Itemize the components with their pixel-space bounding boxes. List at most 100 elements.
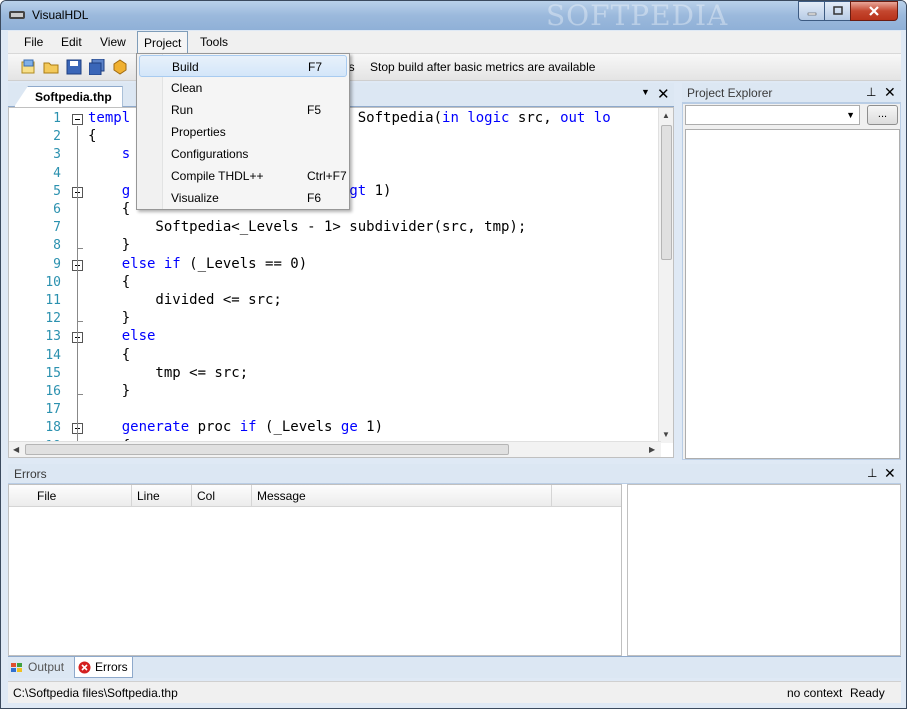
tab-list-dropdown-icon[interactable]: ▼: [641, 87, 650, 97]
menu-item-label: Build: [172, 60, 199, 74]
open-folder-icon[interactable]: [43, 59, 59, 75]
maximize-icon: [832, 6, 843, 15]
menu-item-build[interactable]: Build F7: [139, 55, 347, 77]
title-bar: VisualHDL SOFTPEDIA: [1, 1, 906, 32]
new-project-icon[interactable]: [20, 59, 36, 75]
vertical-scroll-thumb[interactable]: [661, 125, 672, 260]
column-divider[interactable]: [191, 485, 192, 507]
line-number: 5: [53, 183, 61, 199]
editor-vertical-scrollbar[interactable]: ▲ ▼: [658, 108, 673, 443]
tab-errors[interactable]: Errors: [74, 657, 133, 678]
menu-item-run[interactable]: Run F5: [139, 99, 347, 121]
menu-item-label: Properties: [171, 125, 226, 139]
close-pane-icon[interactable]: ✕: [884, 465, 896, 482]
project-selector[interactable]: ▼: [685, 105, 860, 125]
menu-view[interactable]: View: [100, 35, 126, 49]
menu-item-properties[interactable]: Properties: [139, 121, 347, 143]
line-number: 13: [45, 329, 61, 345]
app-icon: [9, 11, 25, 19]
code-line[interactable]: 7 Softpedia<_Levels - 1> subdivider(src,…: [9, 219, 669, 237]
minimize-button[interactable]: [798, 1, 825, 21]
close-icon: [869, 6, 879, 16]
menu-item-label: Clean: [171, 81, 203, 95]
code-line[interactable]: 15 tmp <= src;: [9, 365, 669, 383]
code-line[interactable]: 13 else: [9, 328, 669, 346]
code-line[interactable]: 11 divided <= src;: [9, 292, 669, 310]
code-text: {: [88, 346, 131, 363]
code-line[interactable]: 10 {: [9, 274, 669, 292]
build-icon[interactable]: [112, 59, 128, 75]
fold-toggle-icon[interactable]: [72, 114, 83, 125]
menu-item-label: Configurations: [171, 147, 249, 161]
errors-header: Errors ⊥ ✕: [8, 464, 901, 484]
menu-edit[interactable]: Edit: [61, 35, 82, 49]
close-pane-icon[interactable]: ✕: [884, 84, 896, 101]
save-all-icon[interactable]: [89, 59, 105, 75]
menu-item-configurations[interactable]: Configurations: [139, 143, 347, 165]
errors-title: Errors: [14, 467, 47, 481]
code-line[interactable]: 12 }: [9, 310, 669, 328]
menu-tools[interactable]: Tools: [200, 35, 228, 49]
pin-icon[interactable]: ⊥: [866, 85, 876, 99]
tab-softpedia-thp[interactable]: Softpedia.thp: [14, 86, 123, 107]
code-line[interactable]: 8 }: [9, 237, 669, 255]
close-tab-icon[interactable]: ✕: [657, 85, 670, 103]
line-number: 1: [53, 111, 61, 126]
column-col[interactable]: Col: [197, 489, 215, 503]
menu-file[interactable]: File: [24, 35, 43, 49]
minimize-icon: [807, 12, 816, 16]
menu-item-visualize[interactable]: Visualize F6: [139, 187, 347, 209]
column-line[interactable]: Line: [137, 489, 160, 503]
error-detail-panel: [627, 484, 901, 656]
fold-end-marker: [77, 321, 83, 323]
line-number: 10: [45, 274, 61, 290]
column-divider[interactable]: [131, 485, 132, 507]
scroll-down-icon[interactable]: ▼: [662, 430, 670, 439]
tab-errors-label: Errors: [95, 660, 128, 674]
errors-panel: File Line Col Message: [8, 484, 901, 656]
maximize-button[interactable]: [824, 1, 851, 21]
close-button[interactable]: [850, 1, 898, 21]
column-message[interactable]: Message: [257, 489, 306, 503]
scroll-up-icon[interactable]: ▲: [662, 111, 670, 120]
output-icon: [11, 663, 22, 672]
line-number: 6: [53, 202, 61, 217]
column-divider[interactable]: [251, 485, 252, 507]
code-text: else: [121, 328, 156, 345]
project-tree[interactable]: [685, 129, 900, 459]
browse-button[interactable]: ...: [867, 105, 898, 125]
scroll-right-icon[interactable]: ▶: [649, 445, 655, 454]
status-bar: C:\Softpedia files\Softpedia.thp no cont…: [8, 681, 901, 703]
code-line[interactable]: 18 generate proc if (_Levels ge 1): [9, 419, 669, 437]
code-line[interactable]: 17: [9, 401, 669, 419]
menu-item-clean[interactable]: Clean: [139, 77, 347, 99]
errors-grid[interactable]: File Line Col Message: [8, 484, 622, 656]
fold-guide: [77, 126, 78, 446]
code-text: s: [121, 146, 131, 163]
save-icon[interactable]: [66, 59, 82, 75]
menu-item-shortcut: F7: [308, 60, 323, 74]
column-divider[interactable]: [551, 485, 552, 507]
code-line[interactable]: 16 }: [9, 383, 669, 401]
code-line[interactable]: 14 {: [9, 347, 669, 365]
code-text: divided <= src;: [88, 292, 282, 308]
editor-horizontal-scrollbar[interactable]: ◀ ▶: [9, 441, 661, 457]
fold-end-marker: [77, 394, 83, 395]
error-icon: [78, 661, 91, 674]
tab-output-label: Output: [28, 660, 65, 674]
menu-item-compile-thdl-[interactable]: Compile THDL++ Ctrl+F7: [139, 165, 347, 187]
pin-icon[interactable]: ⊥: [867, 466, 877, 480]
menu-item-label: Run: [171, 103, 194, 117]
tab-output[interactable]: Output: [8, 657, 68, 678]
horizontal-scroll-thumb[interactable]: [25, 444, 509, 455]
line-number: 4: [53, 165, 61, 181]
menu-bar: File Edit View Project Tools: [8, 31, 901, 54]
chevron-down-icon: ▼: [846, 110, 855, 120]
scroll-left-icon[interactable]: ◀: [13, 445, 19, 454]
menu-project[interactable]: Project: [137, 31, 189, 54]
code-text: }: [88, 383, 131, 399]
stop-build-option[interactable]: Stop build after basic metrics are avail…: [370, 60, 595, 74]
code-line[interactable]: 9 else if (_Levels == 0): [9, 256, 669, 274]
column-file[interactable]: File: [37, 489, 56, 503]
errors-grid-header: File Line Col Message: [9, 485, 621, 507]
